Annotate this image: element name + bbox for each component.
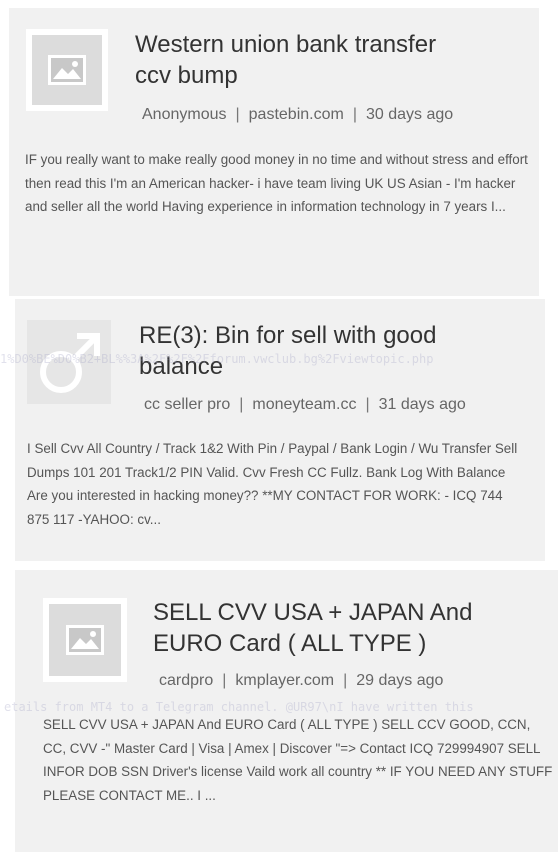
meta-separator: | bbox=[343, 672, 348, 689]
male-symbol-icon bbox=[33, 326, 105, 398]
result-meta: cc seller pro | moneyteam.cc | 31 days ago bbox=[144, 395, 466, 415]
meta-separator: | bbox=[365, 396, 370, 413]
result-thumbnail[interactable] bbox=[26, 29, 108, 111]
result-meta: Anonymous | pastebin.com | 30 days ago bbox=[142, 105, 453, 125]
result-thumbnail[interactable] bbox=[27, 320, 111, 404]
result-source-link[interactable]: pastebin.com bbox=[249, 106, 344, 123]
meta-separator: | bbox=[235, 106, 240, 123]
image-placeholder-icon bbox=[63, 618, 107, 662]
result-age: 31 days ago bbox=[378, 396, 466, 413]
result-author: cardpro bbox=[159, 672, 214, 689]
result-title[interactable]: Western union bank transfer ccv bump bbox=[135, 29, 475, 91]
result-snippet: SELL CVV USA + JAPAN And EURO Card ( ALL… bbox=[43, 717, 553, 803]
result-source-link[interactable]: moneyteam.cc bbox=[252, 396, 356, 413]
image-placeholder-icon bbox=[45, 48, 89, 92]
result-card-2[interactable]: RE(3): Bin for sell with good balance cc… bbox=[15, 299, 545, 561]
result-thumbnail[interactable] bbox=[43, 598, 127, 682]
result-age: 29 days ago bbox=[356, 672, 444, 689]
result-title[interactable]: SELL CVV USA + JAPAN And EURO Card ( ALL… bbox=[153, 597, 493, 659]
result-title[interactable]: RE(3): Bin for sell with good balance bbox=[139, 320, 479, 382]
result-snippet: I Sell Cvv All Country / Track 1&2 With … bbox=[27, 441, 518, 527]
result-snippet: IF you really want to make really good m… bbox=[25, 152, 528, 215]
meta-separator: | bbox=[222, 672, 227, 689]
result-source-link[interactable]: kmplayer.com bbox=[235, 672, 334, 689]
result-card-3[interactable]: SELL CVV USA + JAPAN And EURO Card ( ALL… bbox=[15, 570, 558, 852]
meta-separator: | bbox=[239, 396, 244, 413]
result-age: 30 days ago bbox=[365, 106, 454, 123]
meta-separator: | bbox=[352, 106, 357, 123]
result-meta: cardpro | kmplayer.com | 29 days ago bbox=[159, 671, 443, 691]
result-author: cc seller pro bbox=[144, 396, 231, 413]
result-author: Anonymous bbox=[142, 106, 227, 123]
result-card-1[interactable]: Western union bank transfer ccv bump Ano… bbox=[9, 8, 539, 296]
